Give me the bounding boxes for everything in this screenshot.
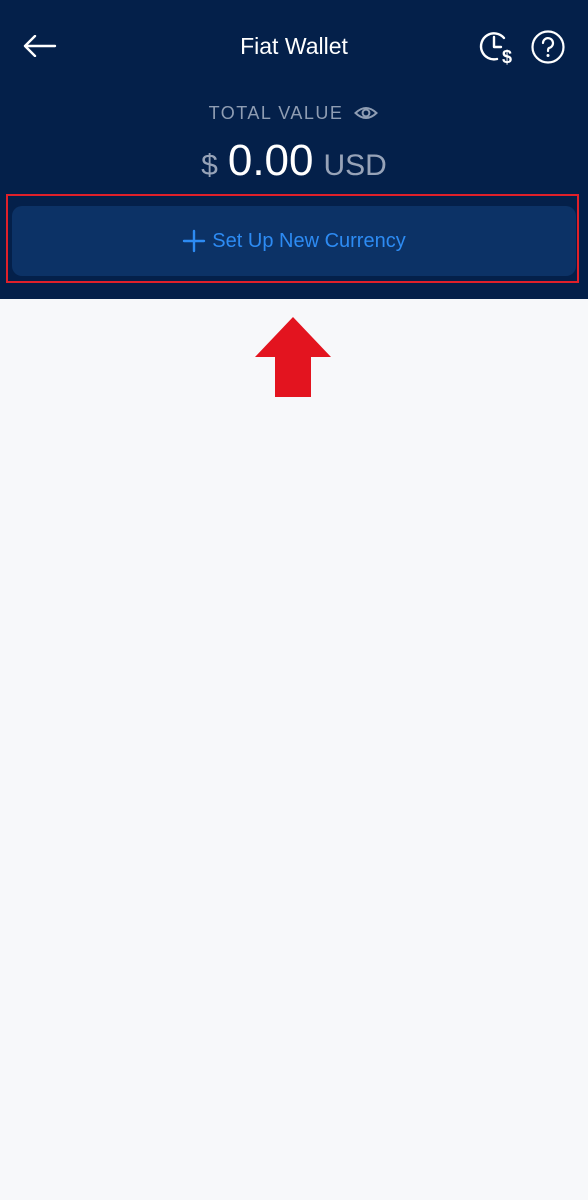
highlight-box <box>6 194 579 283</box>
total-value-row: TOTAL VALUE <box>0 102 588 124</box>
svg-text:$: $ <box>502 47 512 67</box>
question-circle-icon <box>531 30 565 64</box>
help-button[interactable] <box>526 25 570 69</box>
transaction-history-button[interactable]: $ <box>474 25 520 71</box>
back-button[interactable] <box>18 26 62 66</box>
clock-dollar-icon: $ <box>479 32 512 67</box>
currency-symbol: $ <box>201 149 218 182</box>
currency-code: USD <box>323 149 387 182</box>
arrow-left-icon <box>23 35 57 57</box>
eye-icon <box>354 107 379 119</box>
total-value-label: TOTAL VALUE <box>208 102 344 123</box>
wallet-header: Fiat Wallet $ TOTAL VALUE $ 0.00 USD Set… <box>0 0 588 299</box>
toggle-visibility-button[interactable] <box>353 102 379 124</box>
total-value-amount: $ 0.00 USD <box>0 136 588 186</box>
amount-value: 0.00 <box>227 136 314 185</box>
red-up-arrow-icon <box>255 317 331 397</box>
